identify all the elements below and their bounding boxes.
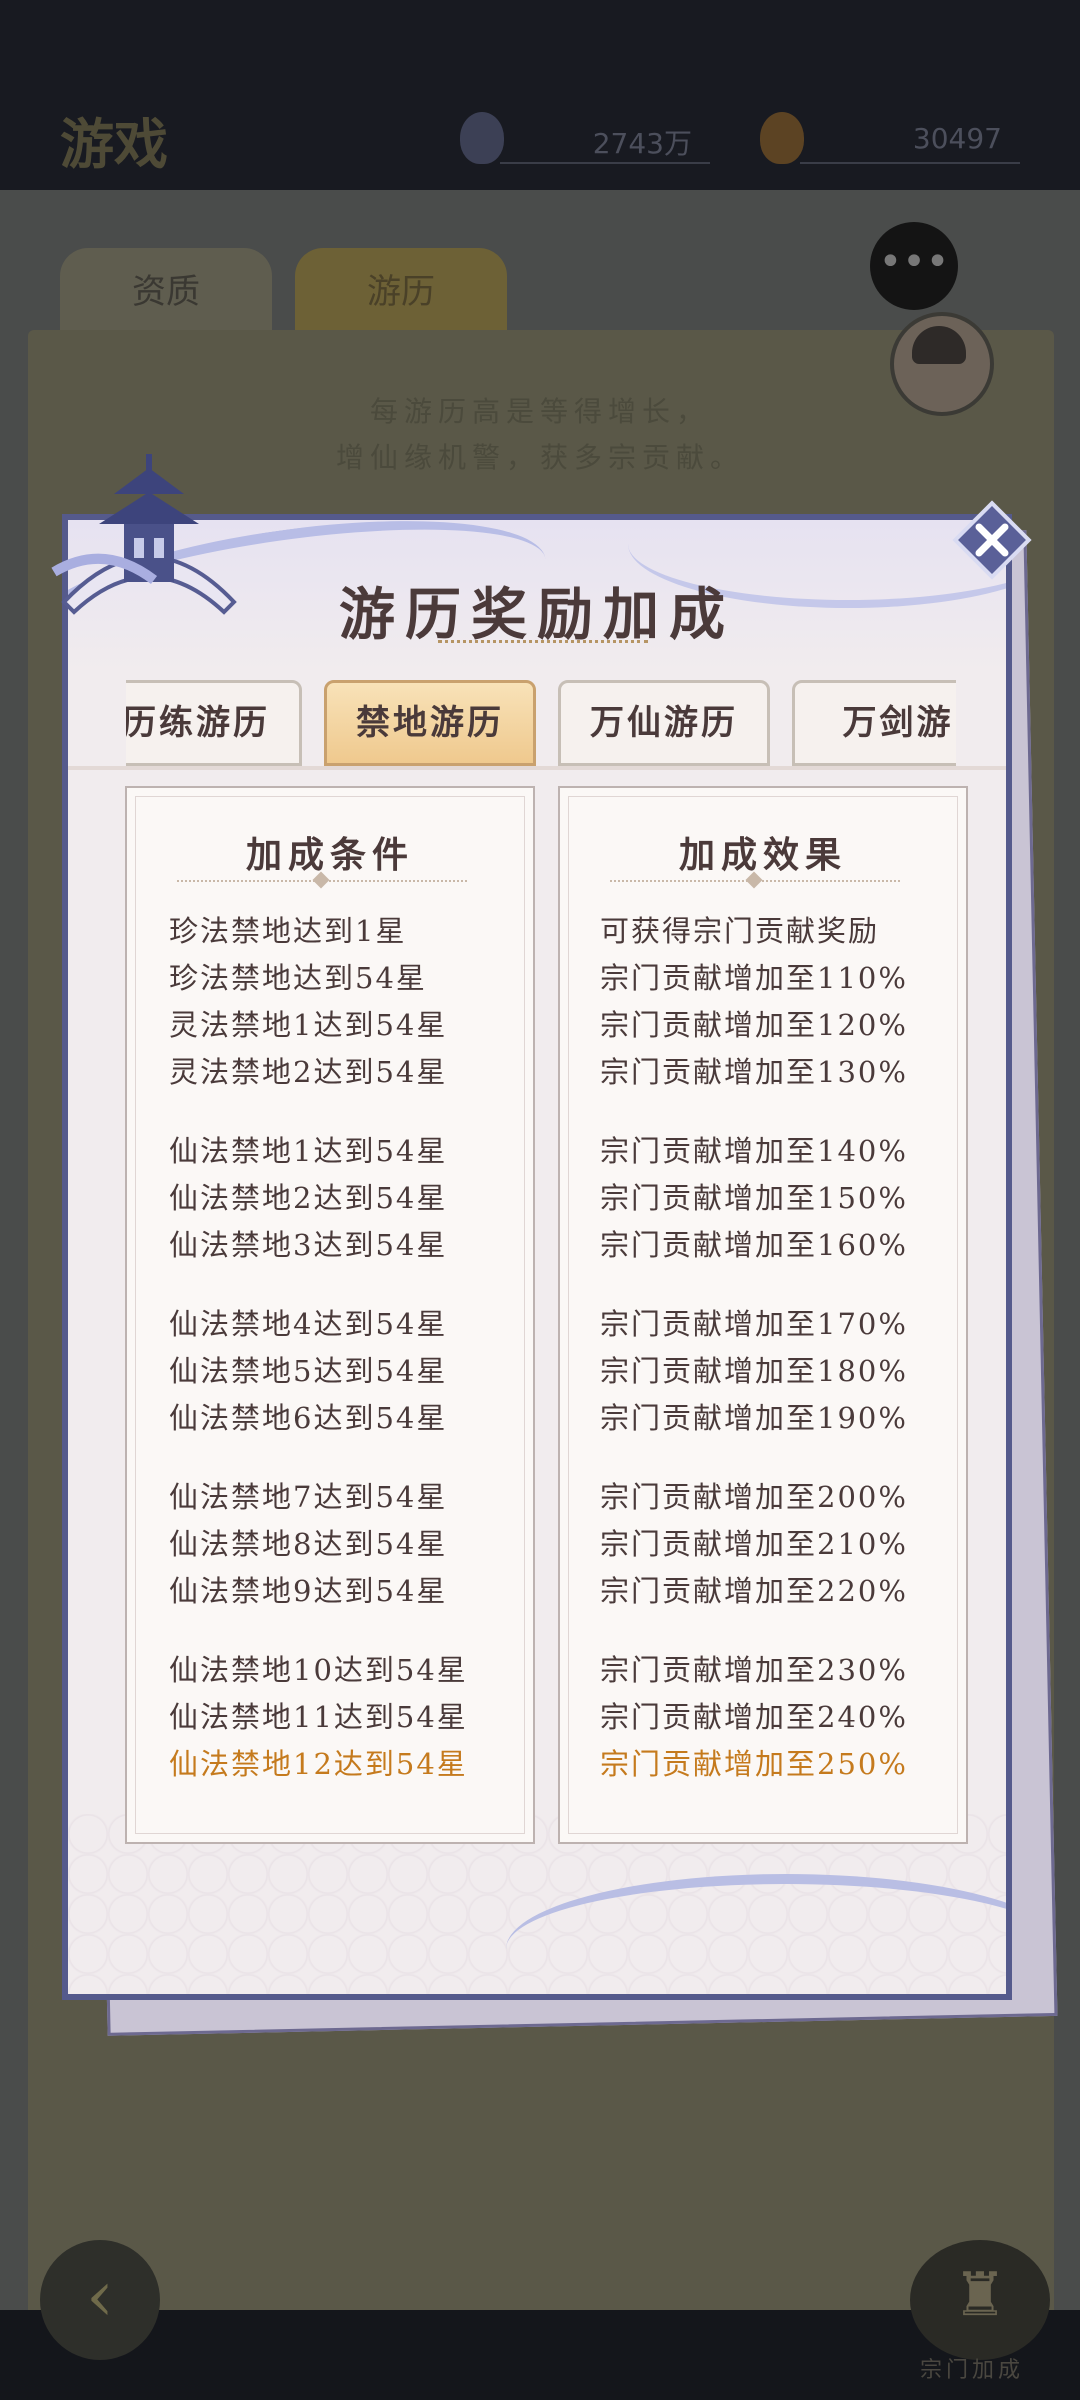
condition-row: 仙法禁地11达到54星 (169, 1700, 468, 1734)
close-button[interactable] (952, 500, 1032, 580)
effect-row: 宗门贡献增加至180% (600, 1354, 908, 1388)
conditions-list: 珍法禁地达到1星 珍法禁地达到54星 灵法禁地1达到54星 灵法禁地2达到54星… (169, 908, 523, 1788)
lightning-icon (760, 112, 804, 164)
effect-row: 宗门贡献增加至230% (600, 1653, 908, 1687)
background-tab-2: 游历 (295, 248, 507, 336)
tab-divider (68, 766, 1006, 770)
close-icon (952, 500, 1032, 580)
tab-sword-travel[interactable]: 万剑游 (792, 680, 956, 766)
avatar[interactable] (890, 312, 994, 416)
background-tab-1: 资质 (60, 248, 272, 336)
effects-header: 加成效果 (678, 834, 847, 876)
condition-row: 仙法禁地9达到54星 (169, 1574, 448, 1608)
condition-row: 珍法禁地达到54星 (169, 961, 427, 995)
tab-training-travel[interactable]: 历练游历 (126, 680, 302, 766)
effect-row: 宗门贡献增加至130% (600, 1055, 908, 1089)
effect-row: 宗门贡献增加至150% (600, 1181, 908, 1215)
condition-row: 仙法禁地3达到54星 (169, 1228, 448, 1262)
condition-row: 仙法禁地6达到54星 (169, 1401, 448, 1435)
condition-row: 珍法禁地达到1星 (169, 914, 407, 948)
chat-button[interactable]: ••• (870, 222, 958, 310)
effect-row-current: 宗门贡献增加至250% (600, 1747, 908, 1781)
sect-bonus-button[interactable]: ♜ (910, 2240, 1050, 2360)
conditions-panel: 加成条件 珍法禁地达到1星 珍法禁地达到54星 灵法禁地1达到54星 灵法禁地2… (125, 786, 535, 1844)
screen-title: 游戏 (60, 112, 168, 176)
effect-row: 宗门贡献增加至210% (600, 1527, 908, 1561)
spirit-stone-icon (460, 112, 504, 164)
condition-row: 仙法禁地8达到54星 (169, 1527, 448, 1561)
tab-bar: 历练游历 禁地游历 万仙游历 万剑游 (126, 680, 956, 772)
effect-row: 可获得宗门贡献奖励 (600, 914, 880, 948)
effect-row: 宗门贡献增加至190% (600, 1401, 908, 1435)
condition-row: 仙法禁地5达到54星 (169, 1354, 448, 1388)
effects-panel: 加成效果 可获得宗门贡献奖励 宗门贡献增加至110% 宗门贡献增加至120% 宗… (558, 786, 968, 1844)
condition-row: 仙法禁地10达到54星 (169, 1653, 468, 1687)
effect-row: 宗门贡献增加至140% (600, 1134, 908, 1168)
back-button[interactable]: ‹ (40, 2240, 160, 2360)
condition-row: 仙法禁地1达到54星 (169, 1134, 448, 1168)
effect-row: 宗门贡献增加至120% (600, 1008, 908, 1042)
condition-row: 灵法禁地1达到54星 (169, 1008, 448, 1042)
chat-bubble-icon: ••• (878, 239, 950, 285)
condition-row-current: 仙法禁地12达到54星 (169, 1747, 468, 1781)
bonus-dialog: 游历奖励加成 历练游历 禁地游历 万仙游历 万剑游 加成条件 珍法禁地达到1星 … (62, 514, 1012, 2000)
resource-1-value: 2743万 (592, 127, 692, 160)
tab-forbidden-land-travel[interactable]: 禁地游历 (324, 680, 536, 766)
sect-bonus-label: 宗门加成 (920, 2358, 1025, 2383)
title-underline-decoration (438, 640, 648, 647)
resource-counter-2: 30497 (760, 112, 1020, 164)
effects-list: 可获得宗门贡献奖励 宗门贡献增加至110% 宗门贡献增加至120% 宗门贡献增加… (600, 908, 956, 1788)
resource-counter-1: 2743万 (460, 112, 710, 164)
condition-row: 仙法禁地7达到54星 (169, 1480, 448, 1514)
effect-row: 宗门贡献增加至200% (600, 1480, 908, 1514)
conditions-header: 加成条件 (245, 834, 414, 876)
condition-row: 仙法禁地4达到54星 (169, 1307, 448, 1341)
tab-immortal-travel[interactable]: 万仙游历 (558, 680, 770, 766)
back-arrow-icon: ‹ (86, 2255, 114, 2337)
sect-icon: ♜ (953, 2260, 1007, 2330)
condition-row: 灵法禁地2达到54星 (169, 1055, 448, 1089)
condition-row: 仙法禁地2达到54星 (169, 1181, 448, 1215)
pavilion-ornament-icon (51, 454, 237, 615)
effect-row: 宗门贡献增加至110% (600, 961, 908, 995)
effect-row: 宗门贡献增加至170% (600, 1307, 908, 1341)
resource-2-value: 30497 (912, 122, 1002, 155)
effect-row: 宗门贡献增加至160% (600, 1228, 908, 1262)
effect-row: 宗门贡献增加至220% (600, 1574, 908, 1608)
effect-row: 宗门贡献增加至240% (600, 1700, 908, 1734)
